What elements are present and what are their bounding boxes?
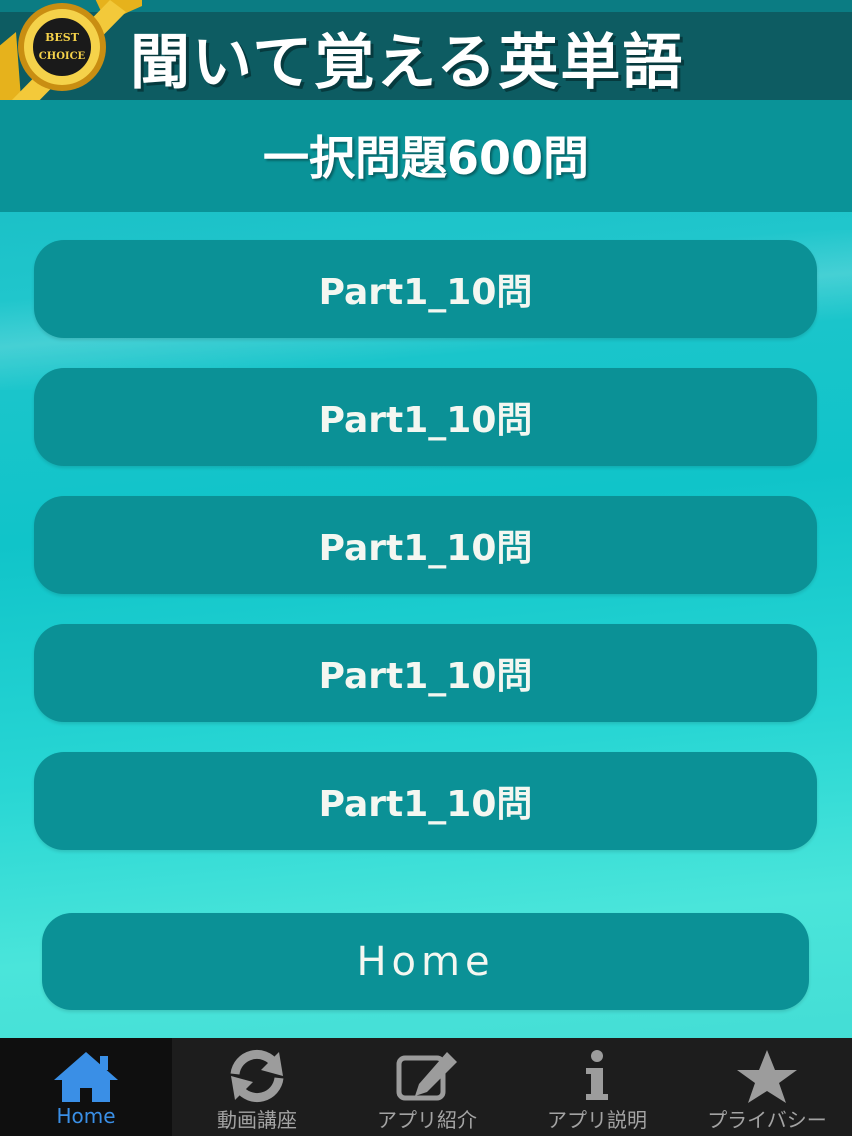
- best-choice-badge: BEST CHOICE: [0, 0, 142, 112]
- tab-home[interactable]: Home: [0, 1038, 172, 1136]
- part-button-2[interactable]: Part1_10問: [34, 368, 817, 466]
- tab-app-intro[interactable]: アプリ紹介: [342, 1038, 512, 1136]
- svg-text:CHOICE: CHOICE: [39, 51, 86, 62]
- svg-text:BEST: BEST: [45, 31, 80, 44]
- tab-app-intro-label: アプリ紹介: [377, 1108, 477, 1132]
- info-icon: [586, 1050, 608, 1100]
- tab-video-course[interactable]: 動画講座: [172, 1038, 342, 1136]
- tab-privacy[interactable]: プライバシー: [682, 1038, 852, 1136]
- tab-app-description-label: アプリ説明: [547, 1108, 647, 1132]
- part-button-3[interactable]: Part1_10問: [34, 496, 817, 594]
- tab-video-course-label: 動画講座: [217, 1108, 297, 1132]
- part-button-1[interactable]: Part1_10問: [34, 240, 817, 338]
- part-button-5[interactable]: Part1_10問: [34, 752, 817, 850]
- home-icon: [54, 1052, 118, 1102]
- page-subtitle: 一択問題600問: [262, 131, 590, 185]
- star-icon: [737, 1050, 797, 1103]
- part-button-4[interactable]: Part1_10問: [34, 624, 817, 722]
- app-title: 聞いて覚える英単語: [130, 28, 685, 98]
- bottom-tab-bar: Home 動画講座 アプリ紹介 アプリ説明 プライバシー: [0, 1038, 852, 1136]
- tab-privacy-label: プライバシー: [707, 1108, 827, 1132]
- edit-icon: [396, 1052, 457, 1101]
- refresh-icon: [230, 1050, 284, 1102]
- tab-app-description[interactable]: アプリ説明: [512, 1038, 682, 1136]
- tab-home-label: Home: [56, 1104, 116, 1128]
- home-button[interactable]: Home: [42, 913, 809, 1010]
